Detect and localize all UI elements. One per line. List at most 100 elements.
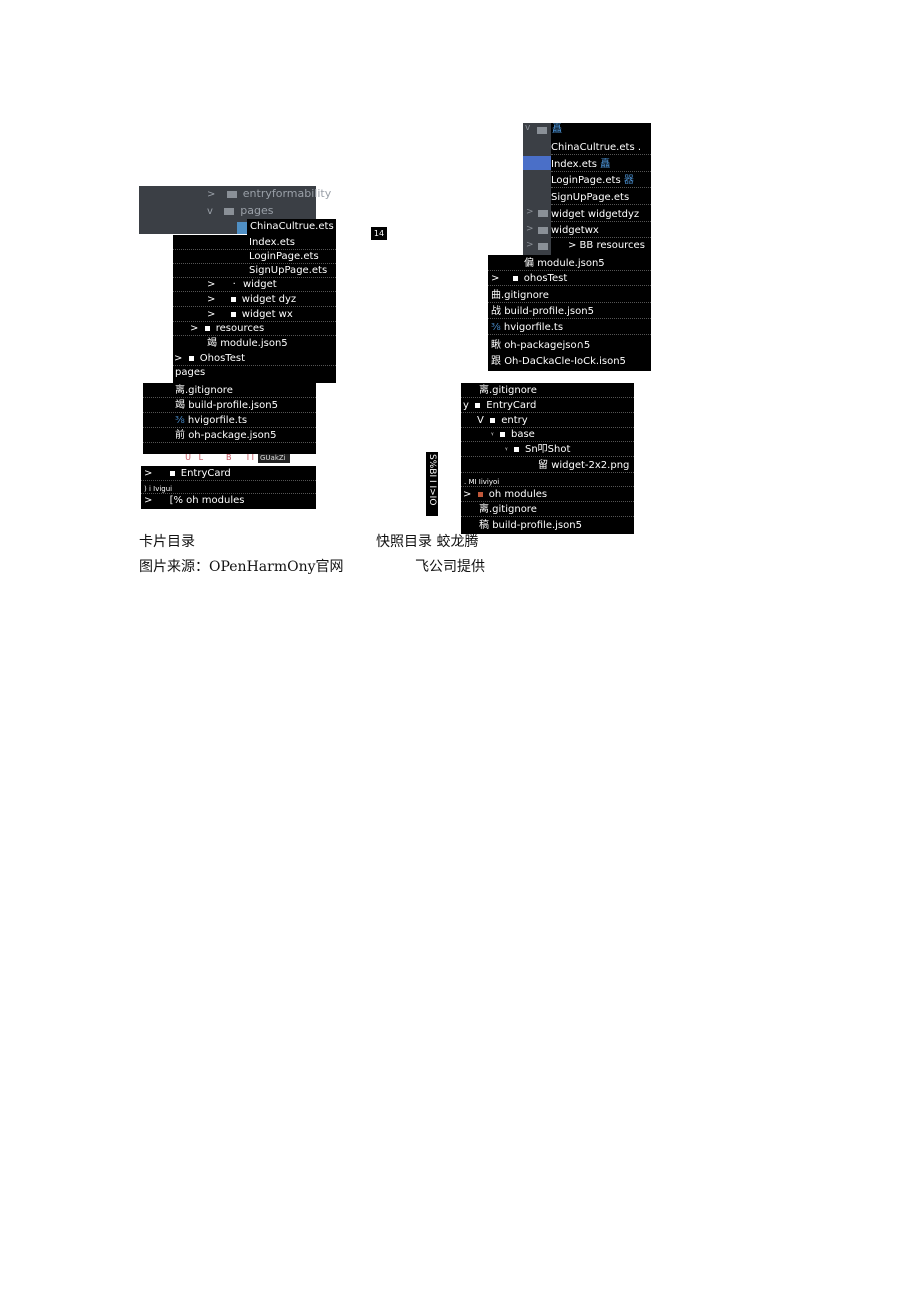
chevron-right-icon: > [190, 323, 199, 334]
file-type-icon: ⅜ [175, 415, 185, 426]
tree-item-oh-modules[interactable]: > [% oh modules [141, 494, 316, 508]
file-type-icon: 前 [175, 430, 185, 441]
right-top-panel: 矗 ChinaCultrue.ets . Index.ets 矗 LoginPa… [551, 123, 651, 255]
tree-item-entrycard[interactable]: > EntryCard [141, 467, 316, 481]
tree-item-pages[interactable]: v pages [207, 204, 274, 217]
chevron-right-icon: > [207, 189, 216, 200]
tree-item-module-json[interactable]: 竭 module.json5 [173, 337, 336, 351]
chevron-right-icon: > [144, 495, 153, 506]
chevron-right-icon: > [207, 309, 216, 320]
tree-item-oh-package-lock[interactable]: 跟 Oh-DaCkaCle-IoCk.ison5 [488, 355, 651, 369]
tree-item-ohostest[interactable]: > ohosTest [488, 272, 651, 286]
chevron-right-icon: > [174, 353, 183, 364]
right-gray-strip: v > > > [523, 123, 551, 255]
page-badge: 14 [371, 227, 387, 240]
tree-item-widget-png[interactable]: 留 widget-2x2.png [461, 459, 634, 473]
chevron-right-icon: > [526, 207, 534, 217]
tree-item-signuppage[interactable]: SignUpPage.ets [551, 191, 651, 205]
tree-item-resources[interactable]: > resources [173, 322, 336, 336]
chevron-right-icon: > [463, 489, 472, 500]
file-type-icon: 离 [175, 385, 185, 396]
tree-item-ohostest[interactable]: > OhosTest [173, 352, 336, 366]
file-type-icon: 离 [479, 385, 489, 396]
file-type-icon: 偏 [524, 258, 534, 269]
tree-item-build-profile[interactable]: 竭 build-profile.json5 [143, 399, 316, 413]
tree-item-snapshot[interactable]: ᵞ Sn叩Shot [461, 443, 634, 457]
tree-item-garbled: ) i Ivigui [141, 482, 316, 494]
folder-icon [513, 446, 519, 452]
tree-item-gitignore[interactable]: 离.gitignore [461, 503, 634, 517]
folder-icon [475, 402, 481, 408]
tree-item[interactable]: SignUpPage.ets [173, 264, 336, 278]
file-type-icon: 器 [623, 175, 634, 186]
chevron-right-icon: > [491, 273, 500, 284]
folder-icon [512, 275, 518, 281]
tree-item[interactable]: 矗 [551, 123, 651, 137]
right-bottom-panel: 离.gitignore y EntryCard V entry ᵞ base ᵞ… [461, 383, 634, 534]
chevron-right-icon: > [144, 468, 153, 479]
tree-item-chinacultrue[interactable]: ChinaCultrue.ets . [551, 141, 651, 155]
chevron-down-icon: V [477, 415, 484, 426]
left-files-panel: 离.gitignore 竭 build-profile.json5 ⅜ hvig… [143, 383, 316, 474]
tree-item-oh-package[interactable]: 前 oh-package.json5 [143, 429, 316, 443]
caption-card-directory: 卡片目录 [139, 534, 195, 550]
file-type-icon: 跟 [491, 356, 501, 367]
file-type-icon: 离 [479, 504, 489, 515]
folder-icon [224, 207, 235, 215]
file-type-icon: 稿 [479, 520, 489, 531]
tree-item-garbled: . MI Iiviyoi [461, 475, 634, 487]
tree-item-oh-package[interactable]: 瞅 oh-packagejso∩5 [488, 339, 651, 353]
folder-icon [499, 431, 505, 437]
tree-item-entrycard[interactable]: y EntryCard [461, 399, 634, 413]
folder-icon [188, 355, 194, 361]
tree-item-gitignore[interactable]: 离.gitignore [143, 384, 316, 398]
tree-item-widget-dyz[interactable]: > widget dyz [173, 293, 336, 307]
file-type-icon: ⅜ [491, 322, 501, 333]
tree-item-base[interactable]: ᵞ base [461, 428, 634, 442]
tree-item-hvigorfile[interactable]: ⅜ hvigorfile.ts [488, 321, 651, 335]
caption-company-credit: 飞公司提供 [415, 559, 485, 575]
folder-icon [204, 325, 210, 331]
tree-item-index[interactable]: Index.ets 矗 [551, 158, 651, 172]
chevron-right-icon: > [207, 294, 216, 305]
selection-highlight [523, 156, 551, 170]
tree-item-widget-widgetdyz[interactable]: widget widgetdyz [551, 208, 651, 222]
folder-icon [490, 417, 496, 423]
image-file-icon: 留 [538, 460, 548, 471]
folder-icon [477, 491, 483, 497]
vertical-text: S%BI I I>IO [426, 452, 438, 516]
tree-item-resources[interactable]: > BB resources [551, 239, 651, 253]
tree-item-entryformability[interactable]: > entryformability [207, 187, 331, 200]
folder-icon [226, 190, 237, 198]
folder-icon [169, 470, 175, 476]
file-type-icon: 曲 [491, 290, 501, 301]
tree-item-gitignore[interactable]: 曲.gitignore [488, 289, 651, 303]
selected-file-row[interactable]: ChinaCultrue.ets [247, 219, 336, 235]
caption-snapshot-directory: 快照目录 蛟龙腾 [376, 534, 479, 550]
tree-item-widgetwx[interactable]: widgetwx [551, 224, 651, 238]
tree-item-pages[interactable]: pages [173, 366, 336, 380]
folder-icon [538, 210, 548, 217]
tree-item-widget-wx[interactable]: > widget wx [173, 308, 336, 322]
chevron-down-icon: v [207, 206, 213, 217]
file-type-icon: 矗 [552, 124, 562, 135]
tree-item-loginpage[interactable]: LoginPage.ets 器 [551, 174, 651, 188]
file-icon [237, 222, 247, 234]
tree-item-module-json[interactable]: 偏 module.json5 [488, 257, 651, 271]
tree-item-widget[interactable]: > · widget [173, 278, 336, 292]
chevron-down-icon: y [463, 400, 469, 411]
tree-item-gitignore[interactable]: 离.gitignore [461, 384, 634, 398]
folder-icon [537, 127, 547, 134]
tree-item-oh-modules[interactable]: > oh modules [461, 488, 634, 502]
tree-item-build-profile[interactable]: 稿 build-profile.json5 [461, 519, 634, 533]
file-type-icon: 竭 [175, 400, 185, 411]
chevron-right-icon: > [526, 240, 534, 250]
tree-item-entry[interactable]: V entry [461, 414, 634, 428]
tree-item-hvigorfile[interactable]: ⅜ hvigorfile.ts [143, 414, 316, 428]
file-type-icon: 矗 [600, 159, 611, 170]
file-type-icon: 战 [491, 306, 501, 317]
tree-item-build-profile[interactable]: 战 build-profile.json5 [488, 305, 651, 319]
tree-item[interactable]: LoginPage.ets [173, 250, 336, 264]
tree-item[interactable]: Index.ets [173, 236, 336, 250]
chevron-down-icon: ᵞ [491, 431, 494, 439]
